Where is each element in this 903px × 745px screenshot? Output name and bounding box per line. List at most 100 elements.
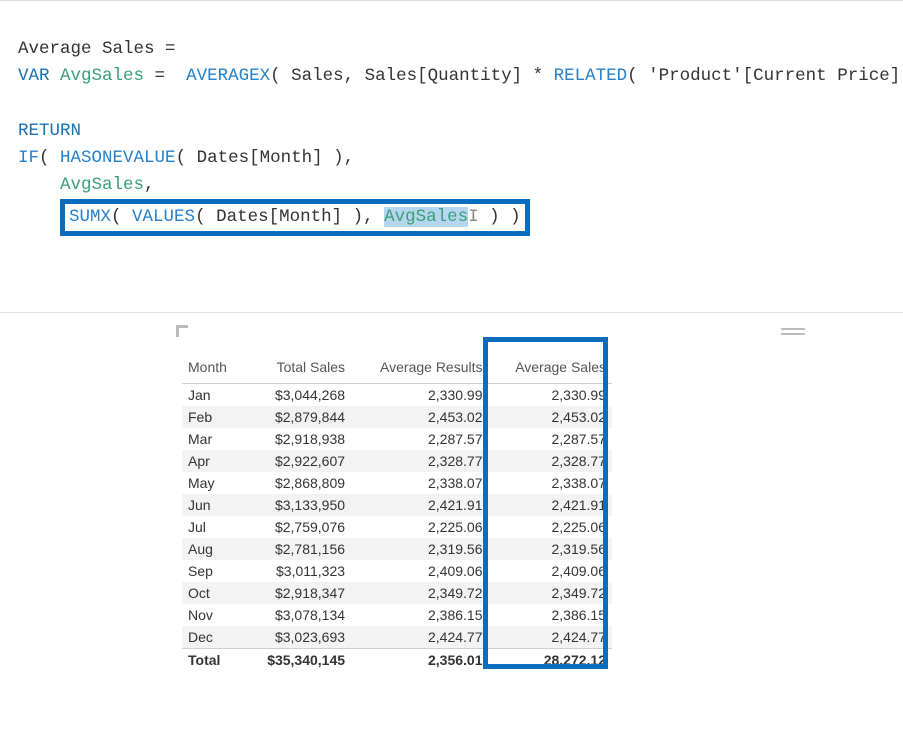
drag-handle-icon[interactable]	[778, 325, 808, 337]
cell-total-sales: $3,011,323	[243, 560, 351, 582]
cell-average-sales: 2,319.56	[489, 538, 613, 560]
cell-average-results: 2,330.99	[351, 384, 488, 407]
table-row[interactable]: Jun$3,133,9502,421.912,421.91	[182, 494, 612, 516]
args-hasonevalue: ( Dates[Month] ),	[176, 148, 355, 168]
table-header-row: Month Total Sales Average Results Averag…	[182, 341, 612, 384]
fn-sumx: SUMX	[69, 207, 111, 227]
measure-name: Average Sales	[18, 39, 155, 59]
cell-average-results: 2,386.15	[351, 604, 488, 626]
cell-total-sales: $2,781,156	[243, 538, 351, 560]
cell-month: May	[182, 472, 243, 494]
table-row[interactable]: Nov$3,078,1342,386.152,386.15	[182, 604, 612, 626]
cell-total-sales: $2,918,938	[243, 428, 351, 450]
cell-month: Oct	[182, 582, 243, 604]
cell-average-sales-total: 28,272.12	[489, 649, 613, 672]
closing-parens: ) )	[479, 207, 521, 227]
space	[374, 207, 385, 227]
data-table: Month Total Sales Average Results Averag…	[182, 341, 612, 671]
varref-avgsales-1: AvgSales	[60, 175, 144, 195]
args-related: ( 'Product'[Current Price] ) )	[627, 66, 903, 86]
var-keyword: VAR	[18, 66, 50, 86]
fn-hasonevalue: HASONEVALUE	[60, 148, 176, 168]
col-header-month[interactable]: Month	[182, 341, 243, 384]
table-row[interactable]: Feb$2,879,8442,453.022,453.02	[182, 406, 612, 428]
table-row[interactable]: Sep$3,011,3232,409.062,409.06	[182, 560, 612, 582]
cell-total-sales-sum: $35,340,145	[243, 649, 351, 672]
cell-average-sales: 2,349.72	[489, 582, 613, 604]
table-row[interactable]: Jan$3,044,2682,330.992,330.99	[182, 384, 612, 407]
cell-month: Aug	[182, 538, 243, 560]
cell-average-results: 2,421.91	[351, 494, 488, 516]
fn-related: RELATED	[543, 66, 627, 86]
dax-formula-editor[interactable]: Average Sales = VAR AvgSales = AVERAGEX(…	[0, 0, 903, 252]
table-row[interactable]: Mar$2,918,9382,287.572,287.57	[182, 428, 612, 450]
cell-month: Nov	[182, 604, 243, 626]
highlighted-expression-box: SUMX( VALUES( Dates[Month] ), AvgSalesI …	[60, 199, 530, 236]
cell-month: Dec	[182, 626, 243, 649]
comma: ,	[144, 175, 155, 195]
cell-average-results: 2,319.56	[351, 538, 488, 560]
fn-values: VALUES	[132, 207, 195, 227]
var-decl-avgsales: AvgSales	[60, 66, 144, 86]
col-header-average-results[interactable]: Average Results	[351, 341, 488, 384]
args-averagex: ( Sales, Sales[Quantity]	[270, 66, 533, 86]
cell-total-sales: $2,879,844	[243, 406, 351, 428]
op-eq: =	[144, 66, 176, 86]
cell-total-label: Total	[182, 649, 243, 672]
cell-total-sales: $2,918,347	[243, 582, 351, 604]
cell-total-sales: $3,133,950	[243, 494, 351, 516]
table-body: Jan$3,044,2682,330.992,330.99Feb$2,879,8…	[182, 384, 612, 672]
cell-average-results: 2,453.02	[351, 406, 488, 428]
text-cursor-icon: I	[468, 207, 479, 227]
op-multiply: *	[533, 66, 544, 86]
table-total-row: Total$35,340,1452,356.0128,272.12	[182, 649, 612, 672]
cell-total-sales: $2,868,809	[243, 472, 351, 494]
table-row[interactable]: Dec$3,023,6932,424.772,424.77	[182, 626, 612, 649]
cell-average-sales: 2,328.77	[489, 450, 613, 472]
paren-open: (	[39, 148, 60, 168]
cell-month: Sep	[182, 560, 243, 582]
col-header-average-sales[interactable]: Average Sales	[489, 341, 613, 384]
cell-average-results: 2,409.06	[351, 560, 488, 582]
cell-month: Jun	[182, 494, 243, 516]
cell-month: Jan	[182, 384, 243, 407]
cell-average-results-total: 2,356.01	[351, 649, 488, 672]
cell-average-results: 2,338.07	[351, 472, 488, 494]
cell-average-sales: 2,424.77	[489, 626, 613, 649]
table-row[interactable]: Apr$2,922,6072,328.772,328.77	[182, 450, 612, 472]
cell-total-sales: $3,044,268	[243, 384, 351, 407]
cell-month: Jul	[182, 516, 243, 538]
cell-average-results: 2,328.77	[351, 450, 488, 472]
cell-average-sales: 2,338.07	[489, 472, 613, 494]
cell-average-sales: 2,330.99	[489, 384, 613, 407]
cell-average-results: 2,424.77	[351, 626, 488, 649]
report-canvas[interactable]: Month Total Sales Average Results Averag…	[0, 313, 903, 671]
table-row[interactable]: May$2,868,8092,338.072,338.07	[182, 472, 612, 494]
cell-total-sales: $2,759,076	[243, 516, 351, 538]
equals-sign: =	[155, 39, 176, 59]
cell-average-results: 2,225.06	[351, 516, 488, 538]
cell-average-sales: 2,225.06	[489, 516, 613, 538]
cell-month: Apr	[182, 450, 243, 472]
table-row[interactable]: Oct$2,918,3472,349.722,349.72	[182, 582, 612, 604]
cell-average-sales: 2,409.06	[489, 560, 613, 582]
col-header-total-sales[interactable]: Total Sales	[243, 341, 351, 384]
cell-average-sales: 2,386.15	[489, 604, 613, 626]
cell-total-sales: $3,078,134	[243, 604, 351, 626]
cell-average-sales: 2,421.91	[489, 494, 613, 516]
cell-average-sales: 2,453.02	[489, 406, 613, 428]
cell-total-sales: $2,922,607	[243, 450, 351, 472]
fn-if: IF	[18, 148, 39, 168]
return-keyword: RETURN	[18, 121, 81, 141]
table-row[interactable]: Jul$2,759,0762,225.062,225.06	[182, 516, 612, 538]
cell-average-sales: 2,287.57	[489, 428, 613, 450]
cell-month: Feb	[182, 406, 243, 428]
cell-average-results: 2,287.57	[351, 428, 488, 450]
table-visual[interactable]: Month Total Sales Average Results Averag…	[182, 331, 612, 671]
args-values: ( Dates[Month] ),	[195, 207, 374, 227]
cell-total-sales: $3,023,693	[243, 626, 351, 649]
table-row[interactable]: Aug$2,781,1562,319.562,319.56	[182, 538, 612, 560]
cell-average-results: 2,349.72	[351, 582, 488, 604]
fn-averagex: AVERAGEX	[176, 66, 271, 86]
resize-handle-top-left[interactable]	[176, 325, 188, 337]
